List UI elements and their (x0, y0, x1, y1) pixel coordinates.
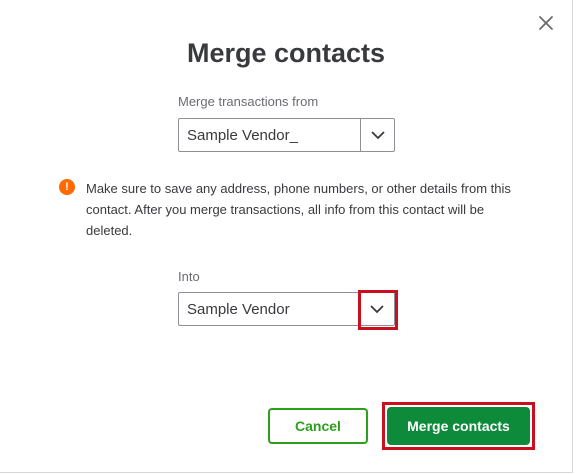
chevron-down-icon (370, 130, 385, 139)
into-dropdown-highlight (358, 290, 398, 330)
warning-icon: ! (59, 179, 75, 195)
dialog-title: Merge contacts (186, 38, 386, 68)
cancel-button[interactable]: Cancel (268, 408, 368, 444)
close-button[interactable] (537, 14, 555, 32)
close-icon (539, 16, 553, 30)
merge-contacts-dialog: Merge contacts Merge transactions from S… (0, 0, 573, 473)
merge-from-label: Merge transactions from (178, 94, 319, 109)
merge-from-value: Sample Vendor_ (187, 127, 298, 144)
merge-from-dropdown-button[interactable] (360, 119, 394, 151)
merge-from-select[interactable]: Sample Vendor_ (178, 118, 395, 152)
merge-contacts-button[interactable]: Merge contacts (387, 407, 530, 445)
warning-text: Make sure to save any address, phone num… (86, 181, 511, 238)
into-label: Into (178, 269, 200, 284)
into-value: Sample Vendor (187, 301, 290, 318)
